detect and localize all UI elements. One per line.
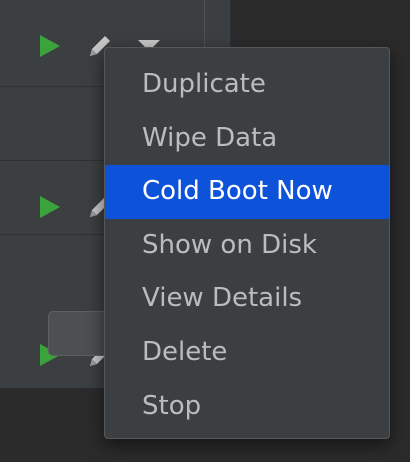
menu-item-stop[interactable]: Stop — [105, 380, 389, 434]
context-menu: Duplicate Wipe Data Cold Boot Now Show o… — [104, 47, 390, 439]
menu-item-view-details[interactable]: View Details — [105, 272, 389, 326]
menu-item-duplicate[interactable]: Duplicate — [105, 58, 389, 112]
menu-item-cold-boot-now[interactable]: Cold Boot Now — [105, 165, 389, 219]
play-icon[interactable] — [40, 35, 60, 57]
menu-item-show-on-disk[interactable]: Show on Disk — [105, 219, 389, 273]
menu-item-wipe-data[interactable]: Wipe Data — [105, 112, 389, 166]
menu-item-delete[interactable]: Delete — [105, 326, 389, 380]
